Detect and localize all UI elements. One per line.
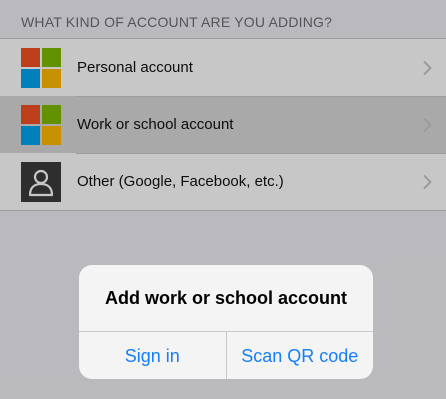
scan-qr-code-button[interactable]: Scan QR code <box>225 332 374 379</box>
alert-actions: Sign in Scan QR code <box>79 331 373 379</box>
sign-in-button[interactable]: Sign in <box>79 332 226 379</box>
alert-title: Add work or school account <box>104 288 348 308</box>
add-account-alert: Add work or school account Sign in Scan … <box>79 265 373 379</box>
